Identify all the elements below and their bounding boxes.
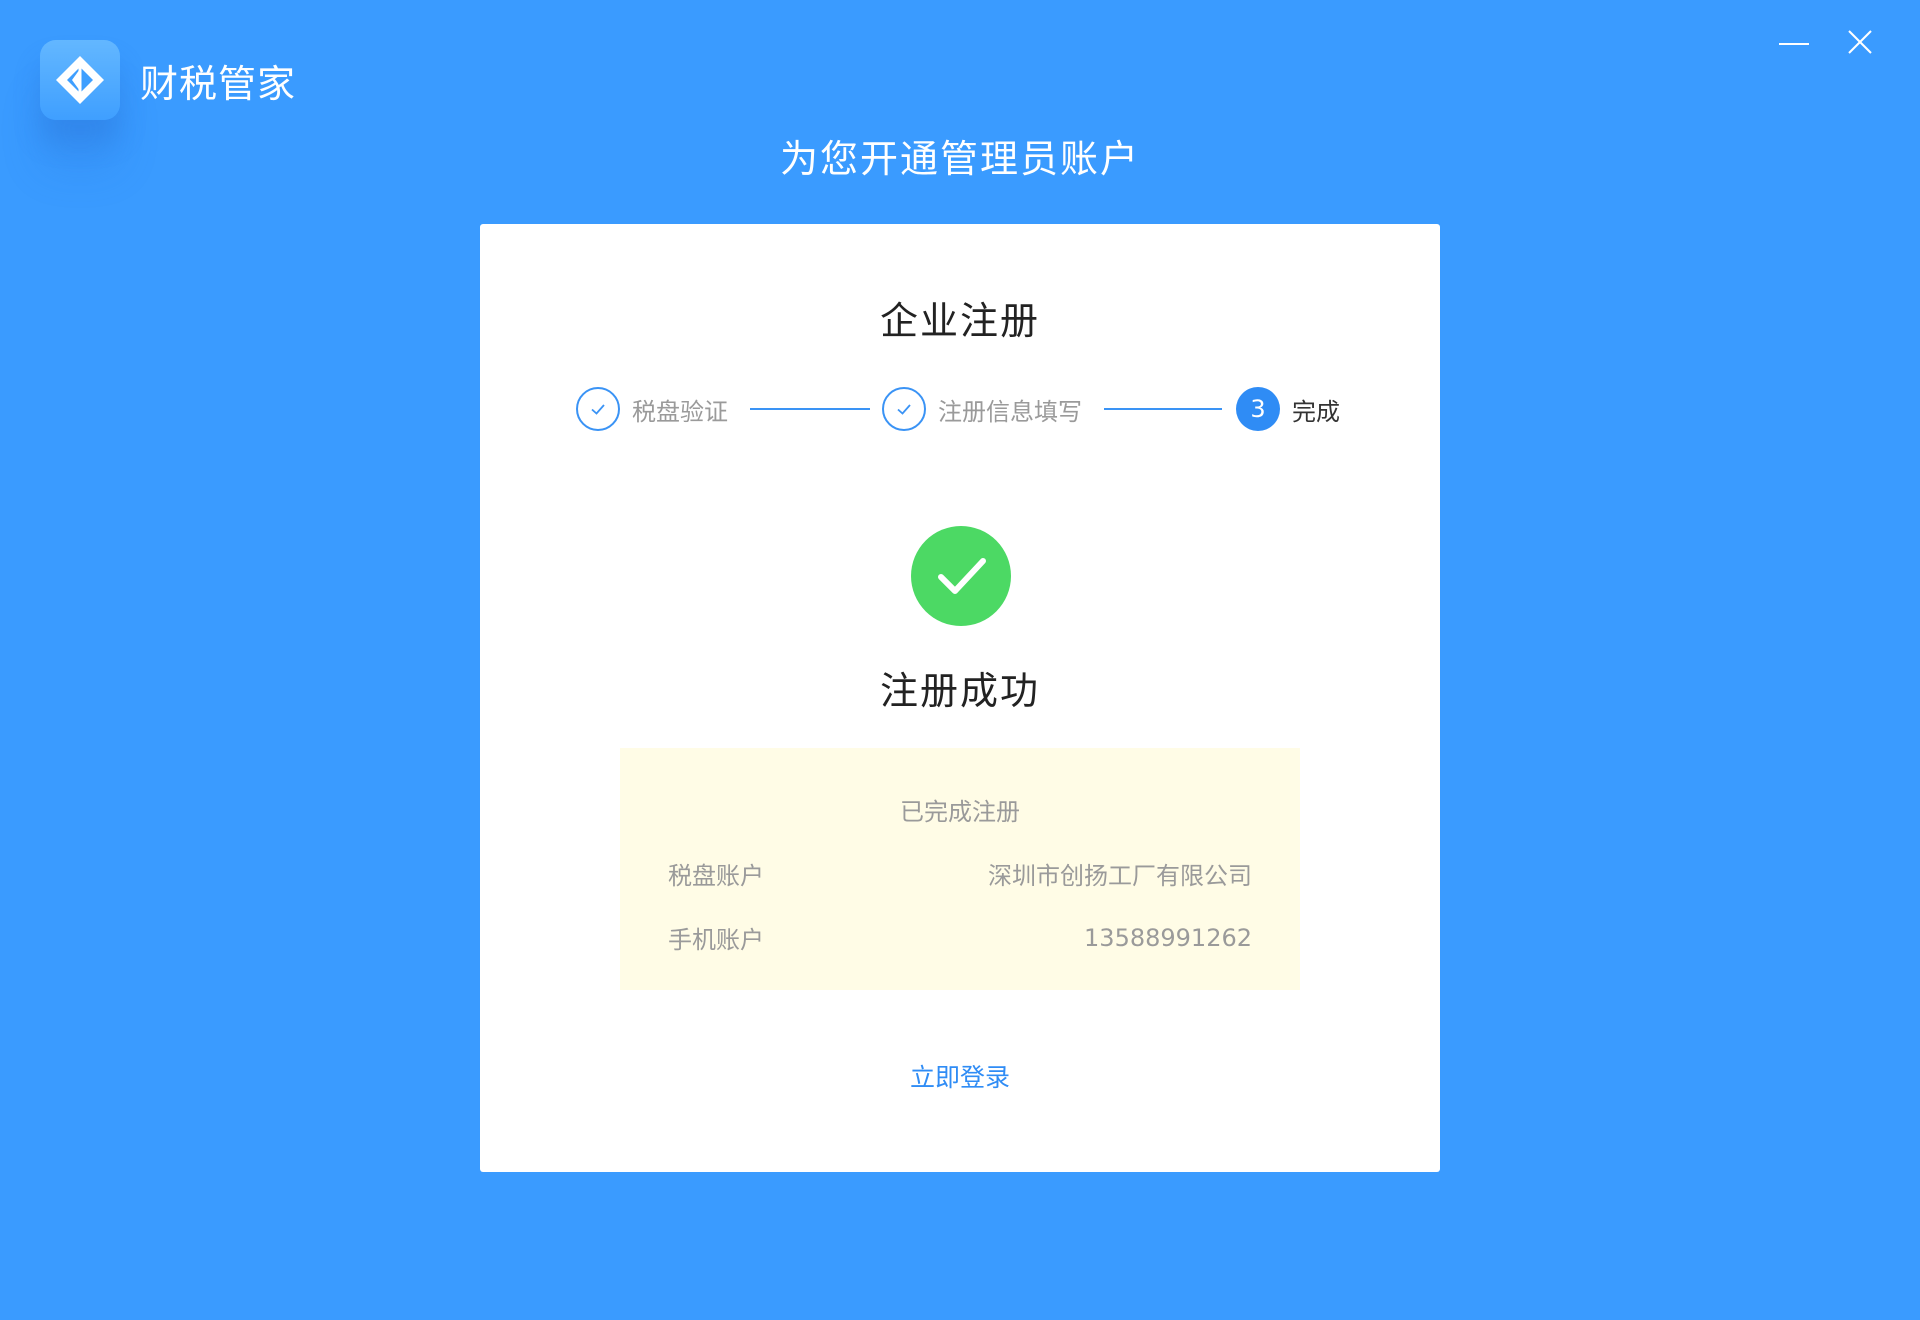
close-button[interactable] <box>1840 22 1880 62</box>
step-complete: 3 完成 <box>1236 384 1340 434</box>
success-check-icon <box>911 526 1011 626</box>
step-active-circle: 3 <box>1236 387 1280 431</box>
card-title: 企业注册 <box>879 299 1040 343</box>
page-heading: 为您开通管理员账户 <box>779 137 1140 181</box>
login-now-link[interactable]: 立即登录 <box>910 1063 1010 1092</box>
logo-wrap <box>40 40 120 120</box>
info-value: 13588991262 <box>1084 923 1252 952</box>
step-registration-info: 注册信息填写 <box>882 384 1082 434</box>
diamond-logo-icon <box>40 40 120 120</box>
info-value: 深圳市创扬工厂有限公司 <box>988 862 1252 890</box>
close-icon <box>1848 30 1872 54</box>
step-connector <box>1104 408 1222 410</box>
minimize-icon <box>1779 43 1809 45</box>
registration-info-box: 已完成注册 税盘账户 深圳市创扬工厂有限公司 手机账户 13588991262 <box>620 748 1300 990</box>
minimize-button[interactable] <box>1774 22 1814 62</box>
info-label: 手机账户 <box>668 926 764 954</box>
info-row-phone-account: 手机账户 13588991262 <box>668 920 1252 955</box>
step-done-circle <box>882 387 926 431</box>
step-connector <box>750 408 870 410</box>
login-link-row: 立即登录 <box>0 1058 1920 1094</box>
step-label: 税盘验证 <box>632 397 728 426</box>
step-done-circle <box>576 387 620 431</box>
window-controls <box>1774 22 1880 62</box>
step-label: 注册信息填写 <box>938 397 1082 426</box>
app-window: 财税管家 为您开通管理员账户 企业注册 税盘验证 注册信息填写 3 完成 注册成… <box>0 0 1920 1320</box>
step-label: 完成 <box>1292 397 1340 426</box>
stepper: 税盘验证 注册信息填写 3 完成 <box>576 384 1344 434</box>
brand-name: 财税管家 <box>140 61 297 106</box>
info-heading: 已完成注册 <box>900 798 1020 826</box>
info-row-tax-account: 税盘账户 深圳市创扬工厂有限公司 <box>668 856 1252 891</box>
step-tax-disk-verification: 税盘验证 <box>576 384 728 434</box>
brand: 财税管家 <box>40 40 296 120</box>
info-label: 税盘账户 <box>668 862 764 890</box>
check-icon <box>591 404 605 415</box>
success-title: 注册成功 <box>879 669 1040 713</box>
check-icon <box>897 404 911 415</box>
